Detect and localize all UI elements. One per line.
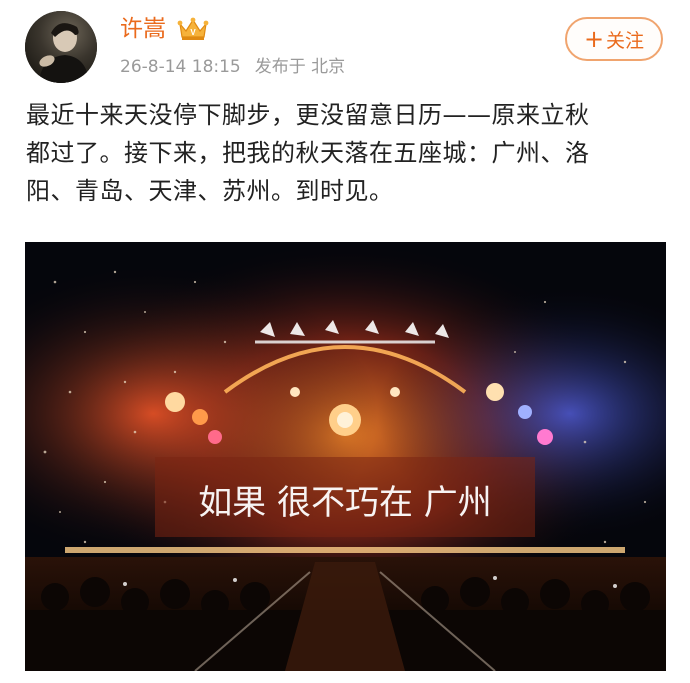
plus-icon: +	[583, 25, 605, 53]
post-text-line: 都过了。接下来，把我的秋天落在五座城：广州、洛	[26, 139, 590, 167]
concert-stage-photo[interactable]: 如果 很不巧在 广州	[25, 242, 666, 671]
svg-text:V: V	[190, 28, 196, 37]
weibo-post-card: 许嵩 V 26-8-14 18:15 发布于 北京 + 关注 最近十来天没停下脚步…	[0, 0, 690, 683]
avatar[interactable]	[25, 11, 97, 83]
post-body: 最近十来天没停下脚步，更没留意日历——原来立秋 都过了。接下来，把我的秋天落在五…	[26, 96, 666, 210]
follow-button-label: 关注	[606, 29, 645, 52]
follow-button[interactable]: + 关注	[565, 17, 663, 61]
crown-vip-icon[interactable]: V	[176, 16, 210, 42]
concert-stage-image: 如果 很不巧在 广州	[25, 242, 666, 671]
post-text-line: 阳、青岛、天津、苏州。到时见。	[26, 177, 394, 205]
stage-caption: 如果 很不巧在 广州	[198, 483, 492, 523]
avatar-photo	[25, 11, 97, 83]
post-location: 发布于 北京	[254, 57, 346, 77]
username[interactable]: 许嵩	[120, 14, 166, 44]
post-meta: 26-8-14 18:15 发布于 北京	[120, 54, 345, 80]
post-datetime: 26-8-14 18:15	[120, 57, 241, 77]
post-text-line: 最近十来天没停下脚步，更没留意日历——原来立秋	[26, 101, 590, 129]
